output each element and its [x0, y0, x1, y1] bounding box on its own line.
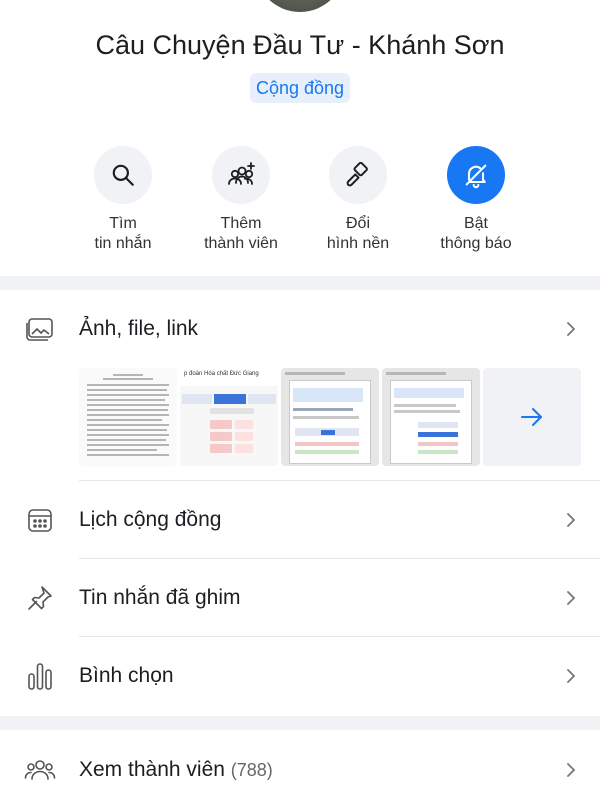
- chevron-right-icon: [564, 591, 578, 605]
- gallery-icon: [24, 313, 56, 345]
- view-members-row[interactable]: Xem thành viên (788): [0, 731, 600, 800]
- pin-icon: [24, 582, 56, 614]
- pinned-row-label: Tin nhắn đã ghim: [79, 586, 241, 609]
- action-label-line1: Thêm: [220, 215, 262, 232]
- poll-row[interactable]: Bình chọn: [0, 637, 600, 715]
- section-divider: [0, 716, 600, 730]
- media-thumbnail[interactable]: [382, 368, 480, 466]
- section-divider: [0, 276, 600, 290]
- search-icon: [94, 146, 152, 204]
- change-background-button[interactable]: Đổi hình nền: [298, 146, 418, 254]
- action-label-line1: Đổi: [345, 215, 370, 232]
- media-thumbnail[interactable]: [281, 368, 379, 466]
- members-count: (788): [230, 760, 273, 780]
- quick-actions: Tìm tin nhắn Thêm thành viên Đổi hình nề…: [0, 146, 600, 256]
- pinned-messages-row[interactable]: Tin nhắn đã ghim: [0, 559, 600, 637]
- media-thumbnails: p đoàn Hóa chất Đức Giang: [79, 368, 581, 466]
- see-more-media-button[interactable]: [483, 368, 581, 466]
- add-members-button[interactable]: Thêm thành viên: [181, 146, 301, 254]
- chevron-right-icon: [564, 669, 578, 683]
- poll-row-label: Bình chọn: [79, 664, 174, 687]
- poll-icon: [24, 660, 56, 692]
- chevron-right-icon: [564, 763, 578, 777]
- action-label-line2: thành viên: [204, 235, 278, 252]
- members-icon: [24, 754, 56, 786]
- bell-off-icon: [447, 146, 505, 204]
- chevron-right-icon: [564, 513, 578, 527]
- action-label-line2: tin nhắn: [94, 235, 152, 252]
- community-badge[interactable]: Cộng đồng: [250, 73, 350, 103]
- media-thumbnail[interactable]: [79, 368, 177, 466]
- paint-brush-icon: [329, 146, 387, 204]
- arrow-right-icon: [521, 408, 542, 426]
- thumbnail-title: p đoàn Hóa chất Đức Giang: [180, 368, 278, 386]
- group-name: Câu Chuyện Đầu Tư - Khánh Sơn: [95, 30, 505, 60]
- media-files-links-row[interactable]: Ảnh, file, link: [0, 290, 600, 368]
- enable-notifications-button[interactable]: Bật thông báo: [416, 146, 536, 254]
- action-label-line1: Tìm: [109, 215, 137, 232]
- calendar-icon: [24, 504, 56, 536]
- group-avatar[interactable]: [255, 0, 345, 12]
- action-label-line2: hình nền: [326, 235, 390, 252]
- action-label-line2: thông báo: [440, 235, 512, 252]
- search-messages-button[interactable]: Tìm tin nhắn: [63, 146, 183, 254]
- community-calendar-row[interactable]: Lịch cộng đồng: [0, 481, 600, 559]
- chevron-right-icon: [564, 322, 578, 336]
- add-people-icon: [212, 146, 270, 204]
- action-label-line1: Bật: [463, 215, 488, 232]
- media-thumbnail[interactable]: p đoàn Hóa chất Đức Giang: [180, 368, 278, 466]
- calendar-row-label: Lịch cộng đồng: [79, 508, 222, 531]
- media-row-label: Ảnh, file, link: [79, 317, 199, 340]
- members-row-label: Xem thành viên: [79, 758, 225, 781]
